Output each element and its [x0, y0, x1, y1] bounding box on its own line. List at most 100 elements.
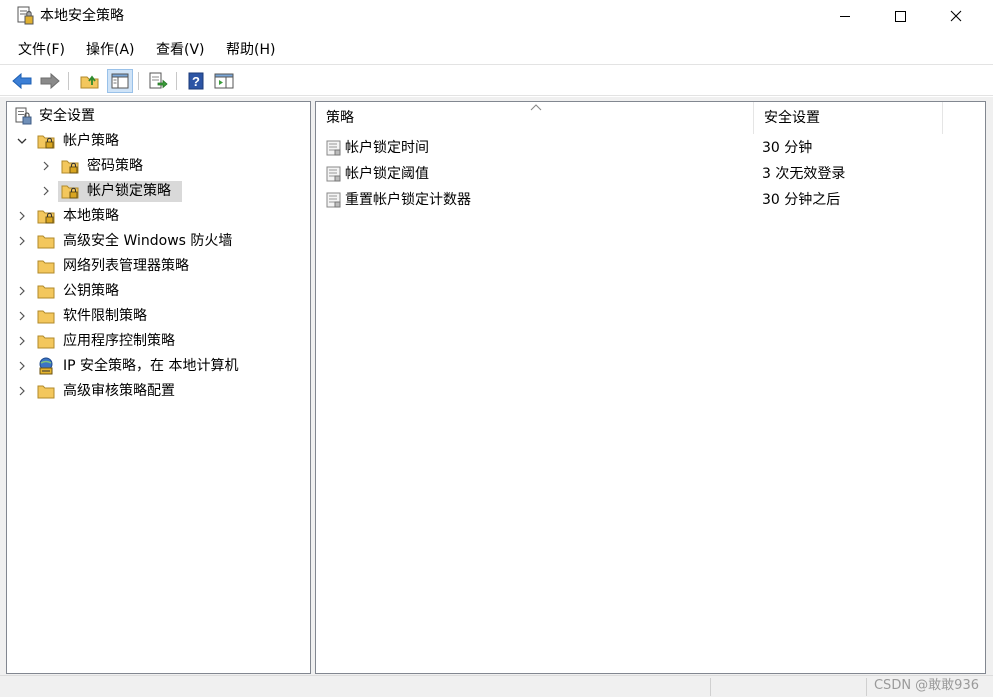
show-hide-tree-icon — [111, 73, 129, 89]
title-bar: 本地安全策略 — [0, 0, 993, 32]
policy-name: 重置帐户锁定计数器 — [345, 192, 471, 208]
chevron-right-icon[interactable] — [16, 360, 28, 372]
tree-item-security-settings[interactable]: 安全设置 — [7, 104, 310, 129]
show-hide-action-pane-icon — [214, 73, 234, 89]
window-edge — [986, 97, 993, 675]
back-arrow-icon — [12, 72, 32, 90]
close-icon — [950, 10, 962, 22]
help-icon: ? — [188, 72, 204, 90]
minimize-icon — [840, 16, 850, 17]
window-title: 本地安全策略 — [40, 8, 124, 24]
folder-icon — [37, 232, 55, 250]
tree-item-windows-firewall[interactable]: 高级安全 Windows 防火墙 — [7, 229, 310, 254]
sort-ascending-icon — [530, 104, 542, 111]
show-hide-action-pane-button[interactable] — [213, 70, 235, 92]
up-one-level-button[interactable] — [79, 70, 101, 92]
locked-folder-icon — [37, 207, 55, 225]
show-hide-tree-button[interactable] — [107, 69, 133, 93]
list-header: 策略 安全设置 — [316, 102, 985, 134]
menu-help[interactable]: 帮助(H) — [226, 39, 275, 61]
menu-action[interactable]: 操作(A) — [86, 39, 135, 61]
tree-item-software-restriction[interactable]: 软件限制策略 — [7, 304, 310, 329]
tree-item-advanced-audit[interactable]: 高级审核策略配置 — [7, 379, 310, 404]
help-button[interactable]: ? — [185, 70, 207, 92]
toolbar: ? — [0, 64, 993, 96]
tree-item-label: 高级安全 Windows 防火墙 — [63, 233, 233, 249]
chevron-right-icon[interactable] — [40, 160, 52, 172]
tree-item-label: 本地策略 — [63, 208, 119, 224]
chevron-down-icon[interactable] — [16, 135, 28, 147]
toolbar-separator — [68, 72, 69, 90]
tree-item-label: 高级审核策略配置 — [63, 383, 175, 399]
export-list-button[interactable] — [147, 70, 169, 92]
tree-item-public-key-policies[interactable]: 公钥策略 — [7, 279, 310, 304]
tree-item-account-policies[interactable]: 帐户策略 — [7, 129, 310, 154]
policy-setting: 30 分钟之后 — [762, 192, 841, 208]
policy-setting: 30 分钟 — [762, 140, 813, 156]
folder-icon — [37, 282, 55, 300]
details-pane[interactable]: 策略 安全设置 帐户锁定时间 30 分钟 帐户锁定阈值 3 次无效登录 重置帐户… — [315, 101, 986, 674]
tree-item-label: 公钥策略 — [63, 283, 119, 299]
watermark: CSDN @敢敢936 — [873, 678, 979, 693]
list-row[interactable]: 帐户锁定阈值 3 次无效登录 — [316, 161, 985, 187]
chevron-right-icon[interactable] — [16, 310, 28, 322]
menu-view[interactable]: 查看(V) — [156, 39, 205, 61]
policy-name: 帐户锁定阈值 — [345, 166, 429, 182]
folder-icon — [37, 382, 55, 400]
tree-item-account-lockout-policy[interactable]: 帐户锁定策略 — [7, 179, 310, 204]
maximize-icon — [895, 11, 906, 22]
policy-icon — [326, 192, 342, 208]
policy-name: 帐户锁定时间 — [345, 140, 429, 156]
tree-item-label: IP 安全策略，在 本地计算机 — [63, 358, 239, 374]
local-security-policy-icon — [17, 6, 35, 26]
locked-folder-icon — [61, 182, 79, 200]
chevron-right-icon[interactable] — [16, 210, 28, 222]
policy-icon — [326, 140, 342, 156]
locked-folder-icon — [37, 132, 55, 150]
console-tree[interactable]: 安全设置 帐户策略 密码策略 帐户锁定策略 本地策略 高级安全 Windows … — [6, 101, 311, 674]
folder-icon — [37, 332, 55, 350]
chevron-right-icon[interactable] — [16, 385, 28, 397]
tree-item-label: 帐户策略 — [63, 133, 119, 149]
status-separator — [710, 678, 711, 696]
minimize-button[interactable] — [822, 0, 868, 32]
tree-item-ip-security[interactable]: IP 安全策略，在 本地计算机 — [7, 354, 310, 379]
locked-folder-icon — [61, 157, 79, 175]
security-settings-icon — [15, 107, 33, 125]
chevron-right-icon[interactable] — [16, 285, 28, 297]
tree-item-label: 密码策略 — [87, 158, 143, 174]
close-button[interactable] — [933, 0, 979, 32]
forward-button[interactable] — [39, 70, 61, 92]
tree-item-application-control[interactable]: 应用程序控制策略 — [7, 329, 310, 354]
svg-text:?: ? — [192, 74, 200, 89]
list-row[interactable]: 帐户锁定时间 30 分钟 — [316, 135, 985, 161]
export-list-icon — [149, 72, 168, 89]
policy-setting: 3 次无效登录 — [762, 166, 846, 182]
tree-item-label: 软件限制策略 — [63, 308, 147, 324]
menu-bar: 文件(F) 操作(A) 查看(V) 帮助(H) — [0, 36, 993, 62]
tree-item-label: 应用程序控制策略 — [63, 333, 175, 349]
status-separator — [866, 678, 867, 696]
chevron-right-icon[interactable] — [16, 235, 28, 247]
folder-icon — [37, 307, 55, 325]
column-header-security-setting[interactable]: 安全设置 — [754, 102, 943, 134]
folder-icon — [37, 257, 55, 275]
back-button[interactable] — [11, 70, 33, 92]
list-row[interactable]: 重置帐户锁定计数器 30 分钟之后 — [316, 187, 985, 213]
maximize-button[interactable] — [877, 0, 923, 32]
status-bar — [0, 675, 993, 697]
tree-item-label: 网络列表管理器策略 — [63, 258, 189, 274]
tree-item-network-list-manager[interactable]: 网络列表管理器策略 — [7, 254, 310, 279]
up-folder-icon — [80, 75, 99, 89]
ip-security-icon — [37, 357, 55, 375]
toolbar-separator — [138, 72, 139, 90]
forward-arrow-icon — [40, 72, 60, 90]
chevron-right-icon[interactable] — [40, 185, 52, 197]
tree-item-password-policy[interactable]: 密码策略 — [7, 154, 310, 179]
menu-file[interactable]: 文件(F) — [18, 39, 65, 61]
chevron-right-icon[interactable] — [16, 335, 28, 347]
tree-item-label: 帐户锁定策略 — [87, 183, 171, 199]
tree-item-label: 安全设置 — [39, 108, 95, 124]
policy-icon — [326, 166, 342, 182]
tree-item-local-policies[interactable]: 本地策略 — [7, 204, 310, 229]
